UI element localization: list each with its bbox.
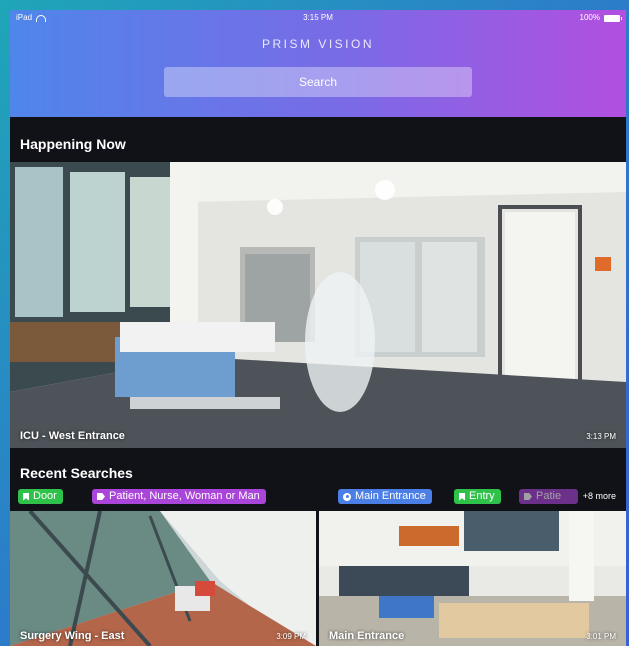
app-screen: iPad 3:15 PM 100% PRISM VISION Search Ha… (10, 10, 626, 646)
recent-search-results: Surgery Wing - East 3:09 PM Main Entranc… (10, 511, 626, 646)
bookmark-icon (23, 492, 29, 501)
battery-percent: 100% (579, 13, 600, 22)
result-time: 3:01 PM (586, 632, 616, 641)
status-time: 3:15 PM (303, 13, 333, 22)
result-thumbnail[interactable]: Main Entrance 3:01 PM (319, 511, 626, 646)
camera-time: 3:13 PM (586, 432, 616, 441)
status-bar: iPad 3:15 PM 100% (10, 10, 626, 26)
result-label: Surgery Wing - East (20, 630, 125, 642)
chip-patient-nurse[interactable]: Patient, Nurse, Woman or Man (92, 489, 266, 504)
battery-icon (604, 14, 622, 22)
chip-patient-truncated[interactable]: Patie (519, 489, 578, 504)
surgery-wing-scene (10, 511, 316, 646)
result-label: Main Entrance (329, 630, 405, 642)
header: iPad 3:15 PM 100% PRISM VISION Search (10, 10, 626, 117)
tag-icon (524, 493, 532, 500)
recent-search-chips: Door Patient, Nurse, Woman or Man Main E… (18, 489, 626, 506)
result-thumbnail[interactable]: Surgery Wing - East 3:09 PM (10, 511, 316, 646)
search-bar[interactable]: Search (164, 67, 472, 97)
tag-icon (97, 493, 105, 500)
location-icon (343, 492, 351, 501)
result-time: 3:09 PM (276, 632, 306, 641)
live-camera-feed[interactable]: ICU - West Entrance 3:13 PM (10, 162, 626, 448)
main-entrance-scene (319, 511, 626, 646)
bookmark-icon (459, 492, 465, 501)
brand-title: PRISM VISION (261, 37, 374, 51)
chip-main-entrance[interactable]: Main Entrance (338, 489, 432, 504)
chip-entry[interactable]: Entry (454, 489, 501, 504)
camera-label: ICU - West Entrance (20, 430, 125, 442)
happening-now-title: Happening Now (20, 136, 126, 152)
hallway-scene (10, 162, 626, 448)
recent-searches-title: Recent Searches (20, 465, 133, 481)
chip-door[interactable]: Door (18, 489, 63, 504)
more-chips-link[interactable]: +8 more (583, 489, 616, 504)
